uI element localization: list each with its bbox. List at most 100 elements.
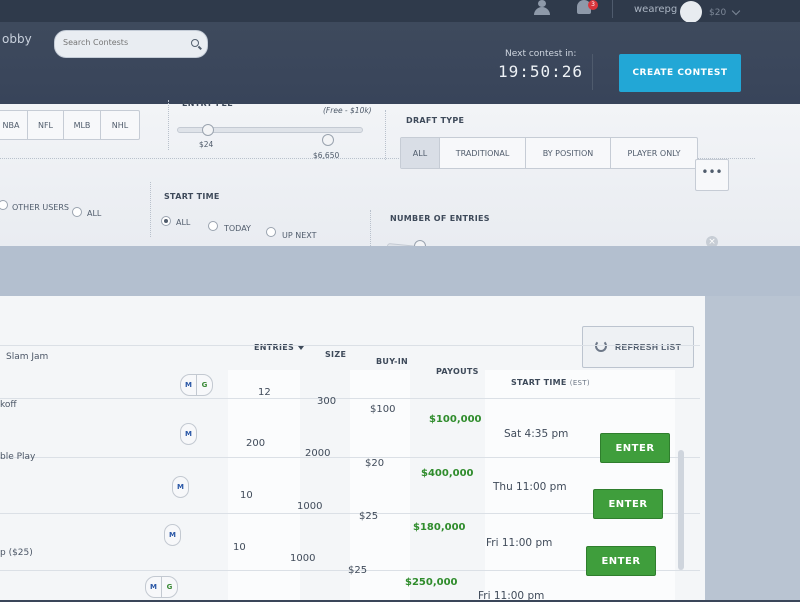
- navbar-divider: [592, 54, 593, 90]
- cell-size: 1000: [297, 501, 323, 512]
- contest-name[interactable]: ble Play: [0, 452, 35, 462]
- cell-start-time: Thu 11:00 pm: [493, 481, 567, 493]
- account-balance: $20: [709, 8, 727, 18]
- draft-type-player-only[interactable]: PLAYER ONLY: [611, 138, 697, 168]
- enter-button[interactable]: ENTER: [600, 433, 670, 463]
- badge-m: M: [185, 430, 192, 438]
- header-start-time-label: START TIME: [511, 378, 567, 387]
- entry-fee-min-handle[interactable]: [202, 124, 214, 136]
- username[interactable]: wearepg: [634, 4, 677, 15]
- cell-entries: 10: [240, 490, 253, 501]
- badge-g: G: [196, 375, 212, 395]
- sport-selector: NBA NFL MLB NHL: [0, 110, 140, 140]
- cell-buyin: $100: [370, 404, 396, 415]
- contest-name[interactable]: p ($25): [0, 548, 33, 558]
- row-divider: [0, 398, 700, 399]
- more-options-button[interactable]: •••: [695, 159, 729, 191]
- badge-m: M: [150, 583, 157, 591]
- radio-other-users-label: OTHER USERS: [12, 203, 69, 212]
- cell-entries: 10: [233, 542, 246, 553]
- header-divider: [612, 0, 613, 18]
- radio-start-today[interactable]: [208, 221, 218, 231]
- filter-divider: [385, 110, 386, 160]
- filter-divider: [168, 100, 169, 150]
- sort-caret-icon: [298, 345, 305, 350]
- header-buyin: BUY-IN: [376, 357, 409, 366]
- cell-buyin: $20: [365, 458, 385, 469]
- page-title: obby: [2, 32, 32, 46]
- cell-buyin: $25: [359, 511, 379, 522]
- game-badges: M: [172, 476, 189, 498]
- radio-start-all[interactable]: [161, 216, 171, 226]
- friends-icon[interactable]: [533, 0, 551, 16]
- radio-start-today-label: TODAY: [224, 224, 251, 233]
- create-contest-button[interactable]: CREATE CONTEST: [619, 54, 741, 92]
- search-box[interactable]: [54, 30, 208, 58]
- header-payouts: PAYOUTS: [436, 367, 479, 376]
- section-band: [0, 246, 800, 296]
- entry-fee-max: $6,650: [313, 151, 340, 160]
- radio-start-up-next-label: UP NEXT: [282, 231, 317, 240]
- radio-start-all-label: ALL: [176, 218, 191, 227]
- header-size: SIZE: [325, 350, 347, 359]
- next-contest-label: Next contest in:: [505, 49, 577, 59]
- cell-payout: $180,000: [413, 522, 466, 533]
- cell-entries: 200: [246, 438, 266, 449]
- column-shade: [228, 370, 300, 600]
- cell-entries: 12: [258, 387, 271, 398]
- badge-g: G: [161, 577, 177, 597]
- countdown-timer: 19:50:26: [498, 62, 584, 81]
- sport-nhl[interactable]: NHL: [101, 111, 139, 139]
- table-scrollbar[interactable]: [678, 450, 684, 570]
- cell-size: 2000: [305, 448, 331, 459]
- cell-start-time: Sat 4:35 pm: [504, 428, 569, 440]
- refresh-icon: [595, 340, 607, 352]
- notification-badge: 3: [588, 0, 598, 10]
- cell-start-time: Fri 11:00 pm: [486, 537, 553, 549]
- game-badges: M: [180, 423, 197, 445]
- search-icon[interactable]: [191, 39, 199, 47]
- cell-buyin: $25: [348, 565, 368, 576]
- sport-nba[interactable]: NBA: [0, 111, 28, 139]
- refresh-list-button[interactable]: REFRESH LIST: [582, 326, 694, 368]
- refresh-list-label: REFRESH LIST: [615, 342, 682, 352]
- radio-all-users-label: ALL: [87, 209, 102, 218]
- entry-fee-max-handle[interactable]: [322, 134, 334, 146]
- contest-name[interactable]: Slam Jam: [6, 352, 48, 362]
- entry-fee-min: $24: [199, 140, 214, 149]
- game-badges: M G: [180, 374, 213, 396]
- sport-nfl[interactable]: NFL: [28, 111, 64, 139]
- entry-fee-range: (Free - $10k): [323, 106, 372, 115]
- draft-type-traditional[interactable]: TRADITIONAL: [440, 138, 526, 168]
- enter-button[interactable]: ENTER: [586, 546, 656, 576]
- radio-start-up-next[interactable]: [266, 227, 276, 237]
- cell-payout: $400,000: [421, 468, 474, 479]
- game-badges: M: [164, 524, 181, 546]
- filter-divider: [370, 210, 371, 250]
- avatar[interactable]: [680, 1, 702, 23]
- header-timezone: (EST): [569, 379, 590, 387]
- row-divider: [0, 457, 700, 458]
- game-badges: M G: [145, 576, 178, 598]
- cell-size: 1000: [290, 553, 316, 564]
- draft-type-by-position[interactable]: BY POSITION: [526, 138, 611, 168]
- enter-button[interactable]: ENTER: [593, 489, 663, 519]
- search-input[interactable]: [61, 37, 189, 48]
- badge-m: M: [177, 483, 184, 491]
- draft-type-selector: ALL TRADITIONAL BY POSITION PLAYER ONLY: [400, 137, 698, 169]
- badge-m: M: [185, 381, 192, 389]
- contest-name[interactable]: koff: [0, 400, 17, 410]
- cell-start-time: Fri 11:00 pm: [478, 590, 545, 602]
- radio-all-users[interactable]: [72, 207, 82, 217]
- sport-mlb[interactable]: MLB: [64, 111, 101, 139]
- cell-payout: $100,000: [429, 414, 482, 425]
- badge-m: M: [169, 531, 176, 539]
- row-divider: [0, 345, 700, 346]
- table-gutter: [705, 296, 800, 600]
- cell-size: 300: [317, 396, 337, 407]
- entries-label: NUMBER OF ENTRIES: [390, 214, 490, 223]
- draft-type-label: DRAFT TYPE: [406, 116, 465, 125]
- header-start-time: START TIME (EST): [511, 378, 590, 387]
- start-time-label: START TIME: [164, 192, 220, 201]
- draft-type-all[interactable]: ALL: [401, 138, 440, 168]
